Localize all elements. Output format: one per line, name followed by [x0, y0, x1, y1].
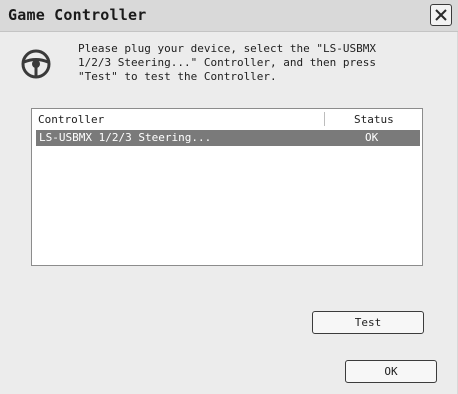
- controller-status: OK: [365, 131, 379, 144]
- list-header: Controller Status: [32, 109, 422, 129]
- column-header-status[interactable]: Status: [354, 113, 394, 126]
- controller-name: LS-USBMX 1/2/3 Steering...: [39, 131, 212, 144]
- title-bar[interactable]: Game Controller: [0, 0, 458, 32]
- instructions-text: Please plug your device, select the "LS-…: [78, 42, 377, 83]
- controller-list[interactable]: Controller Status LS-USBMX 1/2/3 Steerin…: [31, 108, 423, 266]
- test-button[interactable]: Test: [312, 311, 424, 334]
- game-controller-dialog: Game Controller Please plug your device,…: [0, 0, 458, 394]
- column-header-controller[interactable]: Controller: [38, 113, 104, 126]
- controller-row-selected[interactable]: LS-USBMX 1/2/3 Steering... OK: [36, 130, 420, 146]
- ok-button[interactable]: OK: [345, 360, 437, 383]
- window-title: Game Controller: [8, 6, 147, 24]
- steering-wheel-icon: [21, 49, 51, 79]
- column-divider[interactable]: [324, 112, 325, 126]
- close-icon: [435, 9, 447, 21]
- close-button[interactable]: [430, 4, 452, 26]
